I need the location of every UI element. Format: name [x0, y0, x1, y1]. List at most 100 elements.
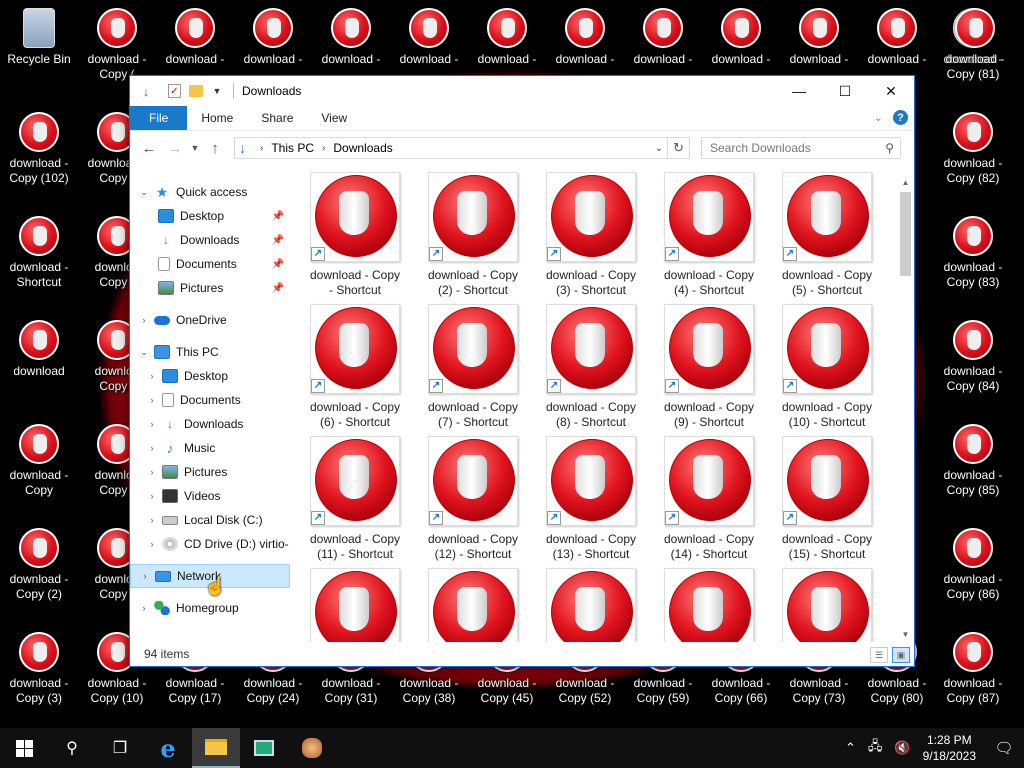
desktop-icon[interactable]: download - Copy (3): [0, 624, 78, 706]
file-item[interactable]: ↗: [650, 568, 768, 642]
file-item[interactable]: ↗: [532, 568, 650, 642]
desktop-icon[interactable]: download -: [312, 0, 390, 67]
paint-button[interactable]: [288, 728, 336, 768]
nav-item-pictures[interactable]: › Pictures: [130, 460, 290, 484]
maximize-button[interactable]: ☐: [822, 76, 868, 106]
large-icons-view-icon[interactable]: ▣: [892, 647, 910, 663]
file-item[interactable]: ↗ download - Copy (13) - Shortcut: [532, 436, 650, 564]
desktop-icon[interactable]: download -: [936, 0, 1014, 67]
expand-ribbon-icon[interactable]: ⌄: [874, 111, 883, 124]
search-icon[interactable]: ⚲: [885, 141, 894, 155]
search-button[interactable]: ⚲: [48, 728, 96, 768]
tab-share[interactable]: Share: [247, 106, 307, 130]
scroll-thumb[interactable]: [900, 192, 911, 276]
desktop-icon[interactable]: download - Copy (: [78, 0, 156, 82]
file-item[interactable]: ↗ download - Copy (9) - Shortcut: [650, 304, 768, 432]
desktop-icon[interactable]: download - Copy (86): [934, 520, 1012, 602]
nav-item-pictures[interactable]: Pictures 📌: [130, 276, 290, 300]
breadcrumb-this-pc[interactable]: This PC: [271, 141, 314, 155]
new-folder-icon[interactable]: [189, 85, 203, 97]
chevron-right-icon[interactable]: ›: [146, 491, 158, 501]
nav-item-cd-drive-d-virtio[interactable]: › CD Drive (D:) virtio-: [130, 532, 290, 556]
recent-locations-icon[interactable]: ▼: [188, 143, 202, 153]
file-item[interactable]: ↗: [414, 568, 532, 642]
desktop-icon[interactable]: download - Shortcut: [0, 208, 78, 290]
help-icon[interactable]: ?: [893, 110, 908, 125]
file-item[interactable]: ↗ download - Copy - Shortcut: [296, 172, 414, 300]
vertical-scrollbar[interactable]: ▲ ▼: [898, 176, 913, 642]
start-button[interactable]: [0, 728, 48, 768]
file-item[interactable]: ↗ download - Copy (7) - Shortcut: [414, 304, 532, 432]
desktop-icon[interactable]: download - Copy (83): [934, 208, 1012, 290]
quick-access-download-icon[interactable]: ↓: [138, 83, 154, 99]
chevron-down-icon[interactable]: ⌄: [138, 347, 150, 358]
chevron-right-icon[interactable]: ›: [146, 419, 158, 429]
tab-view[interactable]: View: [307, 106, 361, 130]
volume-muted-icon[interactable]: 🔇: [894, 740, 910, 756]
nav-item-music[interactable]: › ♪ Music: [130, 436, 290, 460]
nav-item-documents[interactable]: Documents 📌: [130, 252, 290, 276]
scroll-down-icon[interactable]: ▼: [898, 628, 913, 642]
search-input[interactable]: Search Downloads ⚲: [701, 137, 901, 159]
desktop-icon[interactable]: download -: [234, 0, 312, 67]
desktop-icon[interactable]: download -: [156, 0, 234, 67]
file-item[interactable]: ↗ download - Copy (3) - Shortcut: [532, 172, 650, 300]
address-bar[interactable]: ↓ › This PC › Downloads ⌄ ↻: [234, 137, 690, 159]
desktop-icon[interactable]: download - Copy (84): [934, 312, 1012, 394]
nav-item-downloads[interactable]: › ↓ Downloads: [130, 412, 290, 436]
desktop-icon[interactable]: Recycle Bin: [0, 0, 78, 67]
desktop-icon[interactable]: download - Copy (82): [934, 104, 1012, 186]
chevron-right-icon[interactable]: ›: [146, 539, 158, 549]
file-item[interactable]: ↗ download - Copy (10) - Shortcut: [768, 304, 886, 432]
desktop-icon[interactable]: download: [0, 312, 78, 379]
desktop-icon[interactable]: download -: [624, 0, 702, 67]
app-button[interactable]: [240, 728, 288, 768]
scroll-up-icon[interactable]: ▲: [898, 176, 913, 190]
file-item[interactable]: ↗ download - Copy (15) - Shortcut: [768, 436, 886, 564]
desktop-icon[interactable]: download - Copy (2): [0, 520, 78, 602]
address-dropdown-icon[interactable]: ⌄: [655, 143, 663, 154]
minimize-button[interactable]: —: [776, 76, 822, 106]
file-item[interactable]: ↗: [768, 568, 886, 642]
desktop-icon[interactable]: download - Copy (85): [934, 416, 1012, 498]
network-icon[interactable]: 🖧: [868, 737, 883, 759]
chevron-right-icon[interactable]: ›: [322, 143, 325, 154]
chevron-right-icon[interactable]: ›: [146, 443, 158, 453]
internet-explorer-button[interactable]: e: [144, 728, 192, 768]
chevron-right-icon[interactable]: ›: [260, 143, 263, 154]
back-button[interactable]: ←: [136, 140, 162, 157]
desktop-icon[interactable]: download - Copy: [0, 416, 78, 498]
file-item[interactable]: ↗ download - Copy (12) - Shortcut: [414, 436, 532, 564]
breadcrumb-downloads[interactable]: Downloads: [333, 141, 392, 155]
nav-item-quick-access[interactable]: ⌄ ★ Quick access: [130, 180, 290, 204]
up-button[interactable]: ↑: [202, 140, 228, 157]
chevron-up-icon[interactable]: ⌃: [845, 740, 856, 756]
refresh-button[interactable]: ↻: [667, 138, 689, 158]
chevron-right-icon[interactable]: ›: [138, 603, 150, 613]
file-item[interactable]: ↗ download - Copy (4) - Shortcut: [650, 172, 768, 300]
customize-toolbar-icon[interactable]: ▼: [209, 83, 225, 99]
nav-item-desktop[interactable]: › Desktop: [130, 364, 290, 388]
file-item[interactable]: ↗ download - Copy (5) - Shortcut: [768, 172, 886, 300]
nav-item-videos[interactable]: › Videos: [130, 484, 290, 508]
desktop-icon[interactable]: download -: [546, 0, 624, 67]
task-view-button[interactable]: ❐: [96, 728, 144, 768]
nav-item-homegroup[interactable]: › Homegroup: [130, 596, 290, 620]
title-bar[interactable]: ↓ ✓ ▼ Downloads — ☐ ✕: [130, 76, 914, 106]
tab-file[interactable]: File: [130, 106, 188, 130]
tab-home[interactable]: Home: [187, 106, 247, 130]
desktop-icon[interactable]: download -: [780, 0, 858, 67]
nav-item-onedrive[interactable]: › OneDrive: [130, 308, 290, 332]
desktop-icon[interactable]: download -: [390, 0, 468, 67]
close-button[interactable]: ✕: [868, 76, 914, 106]
file-item[interactable]: ↗ download - Copy (14) - Shortcut: [650, 436, 768, 564]
desktop-icon[interactable]: download - Copy (102): [0, 104, 78, 186]
chevron-right-icon[interactable]: ›: [146, 515, 158, 525]
action-center-icon[interactable]: 🗨: [984, 728, 1024, 768]
file-item[interactable]: ↗ download - Copy (2) - Shortcut: [414, 172, 532, 300]
forward-button[interactable]: →: [162, 140, 188, 157]
desktop-icon[interactable]: download -: [702, 0, 780, 67]
nav-item-documents[interactable]: › Documents: [130, 388, 290, 412]
chevron-right-icon[interactable]: ›: [146, 467, 158, 477]
nav-item-desktop[interactable]: Desktop 📌: [130, 204, 290, 228]
